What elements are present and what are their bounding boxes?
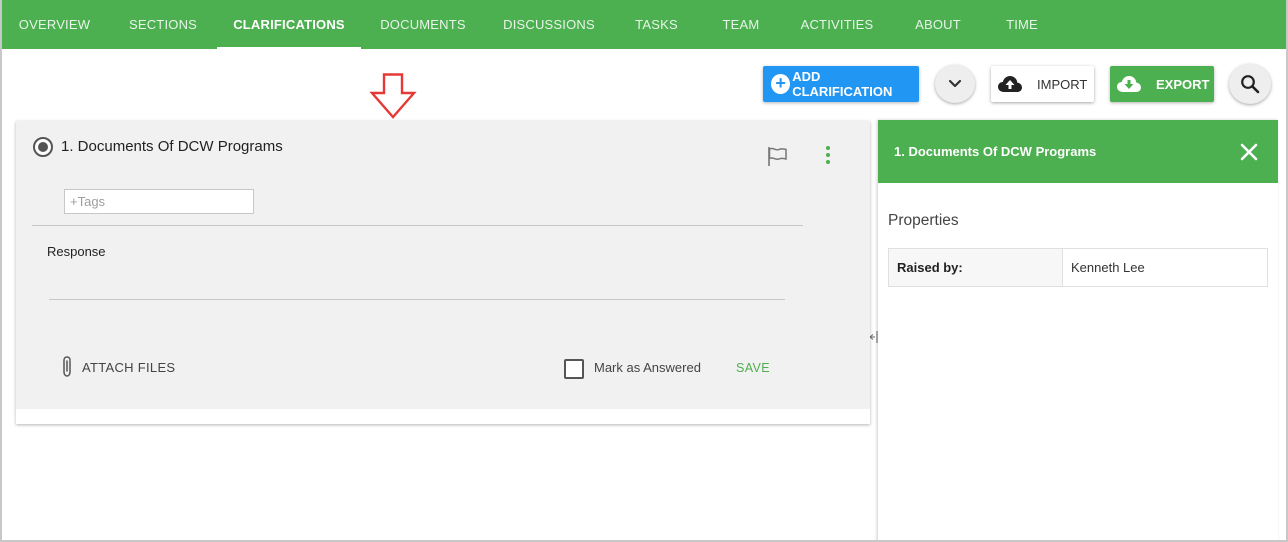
property-key: Raised by:: [889, 249, 1063, 286]
card-footer: [16, 409, 870, 424]
cloud-upload-icon: [998, 76, 1022, 92]
clarification-select-radio[interactable]: [33, 137, 53, 157]
import-button[interactable]: IMPORT: [991, 66, 1094, 102]
tab-sections[interactable]: SECTIONS: [109, 0, 217, 49]
tab-clarifications[interactable]: CLARIFICATIONS: [217, 0, 361, 49]
import-label: IMPORT: [1037, 76, 1088, 92]
tab-team[interactable]: TEAM: [700, 0, 782, 49]
search-icon: [1241, 75, 1260, 94]
add-clarification-label: ADD CLARIFICATION: [792, 69, 893, 99]
properties-row: Raised by: Kenneth Lee: [888, 248, 1268, 287]
clarification-title: 1. Documents Of DCW Programs: [61, 138, 283, 155]
tab-tasks[interactable]: TASKS: [613, 0, 700, 49]
properties-heading: Properties: [888, 212, 959, 229]
attach-files-button[interactable]: ATTACH FILES: [60, 355, 175, 379]
flag-icon[interactable]: [766, 145, 788, 167]
tab-discussions[interactable]: DISCUSSIONS: [485, 0, 613, 49]
plus-circle-icon: +: [771, 74, 791, 94]
tags-input[interactable]: [64, 189, 254, 214]
save-button[interactable]: SAVE: [736, 361, 770, 375]
clarification-card: 1. Documents Of DCW Programs Response AT…: [16, 121, 870, 424]
export-button[interactable]: EXPORT: [1110, 66, 1214, 102]
top-nav: OVERVIEW SECTIONS CLARIFICATIONS DOCUMEN…: [0, 0, 1288, 49]
red-down-arrow-icon: [369, 73, 417, 119]
paperclip-icon: [63, 356, 71, 377]
tab-documents[interactable]: DOCUMENTS: [361, 0, 485, 49]
response-input-underline[interactable]: [49, 299, 785, 300]
response-label: Response: [47, 244, 106, 259]
tab-activities[interactable]: ACTIVITIES: [782, 0, 892, 49]
details-panel-header: 1. Documents Of DCW Programs: [878, 120, 1278, 183]
property-value: Kenneth Lee: [1071, 260, 1145, 275]
chevron-down-icon: [948, 79, 962, 88]
more-options-dropdown-button[interactable]: [935, 65, 975, 103]
divider: [32, 225, 803, 226]
add-clarification-button[interactable]: + ADD CLARIFICATION: [763, 66, 919, 102]
tab-about[interactable]: ABOUT: [892, 0, 984, 49]
tab-overview[interactable]: OVERVIEW: [0, 0, 109, 49]
cloud-download-icon: [1117, 76, 1141, 92]
mark-answered-checkbox[interactable]: [564, 359, 584, 379]
export-label: EXPORT: [1156, 76, 1210, 92]
kebab-menu-icon[interactable]: [823, 145, 833, 165]
tab-time[interactable]: TIME: [984, 0, 1060, 49]
details-panel-title: 1. Documents Of DCW Programs: [894, 144, 1097, 159]
search-button[interactable]: [1229, 64, 1271, 104]
attach-files-label: ATTACH FILES: [82, 359, 176, 375]
details-panel: 1. Documents Of DCW Programs Properties …: [878, 120, 1278, 542]
close-icon[interactable]: [1240, 143, 1258, 161]
mark-answered-label: Mark as Answered: [594, 360, 701, 375]
